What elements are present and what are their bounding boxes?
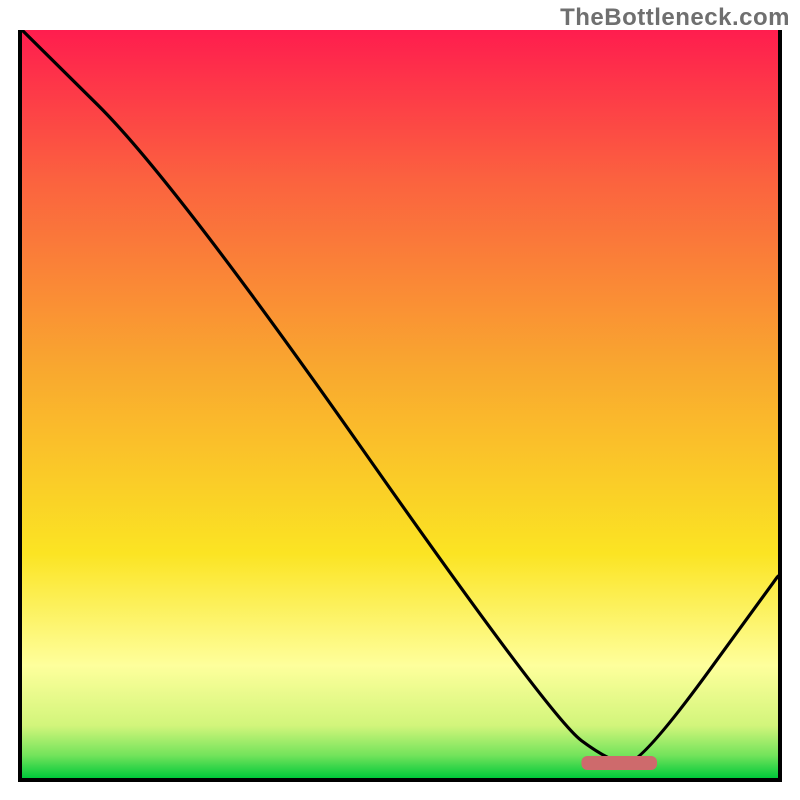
watermark-label: TheBottleneck.com — [560, 4, 790, 32]
heat-background — [22, 30, 778, 778]
chart-frame: TheBottleneck.com — [0, 0, 800, 800]
plot-area — [18, 30, 782, 782]
sweet-spot-marker — [581, 756, 657, 770]
plot-svg — [22, 30, 778, 778]
